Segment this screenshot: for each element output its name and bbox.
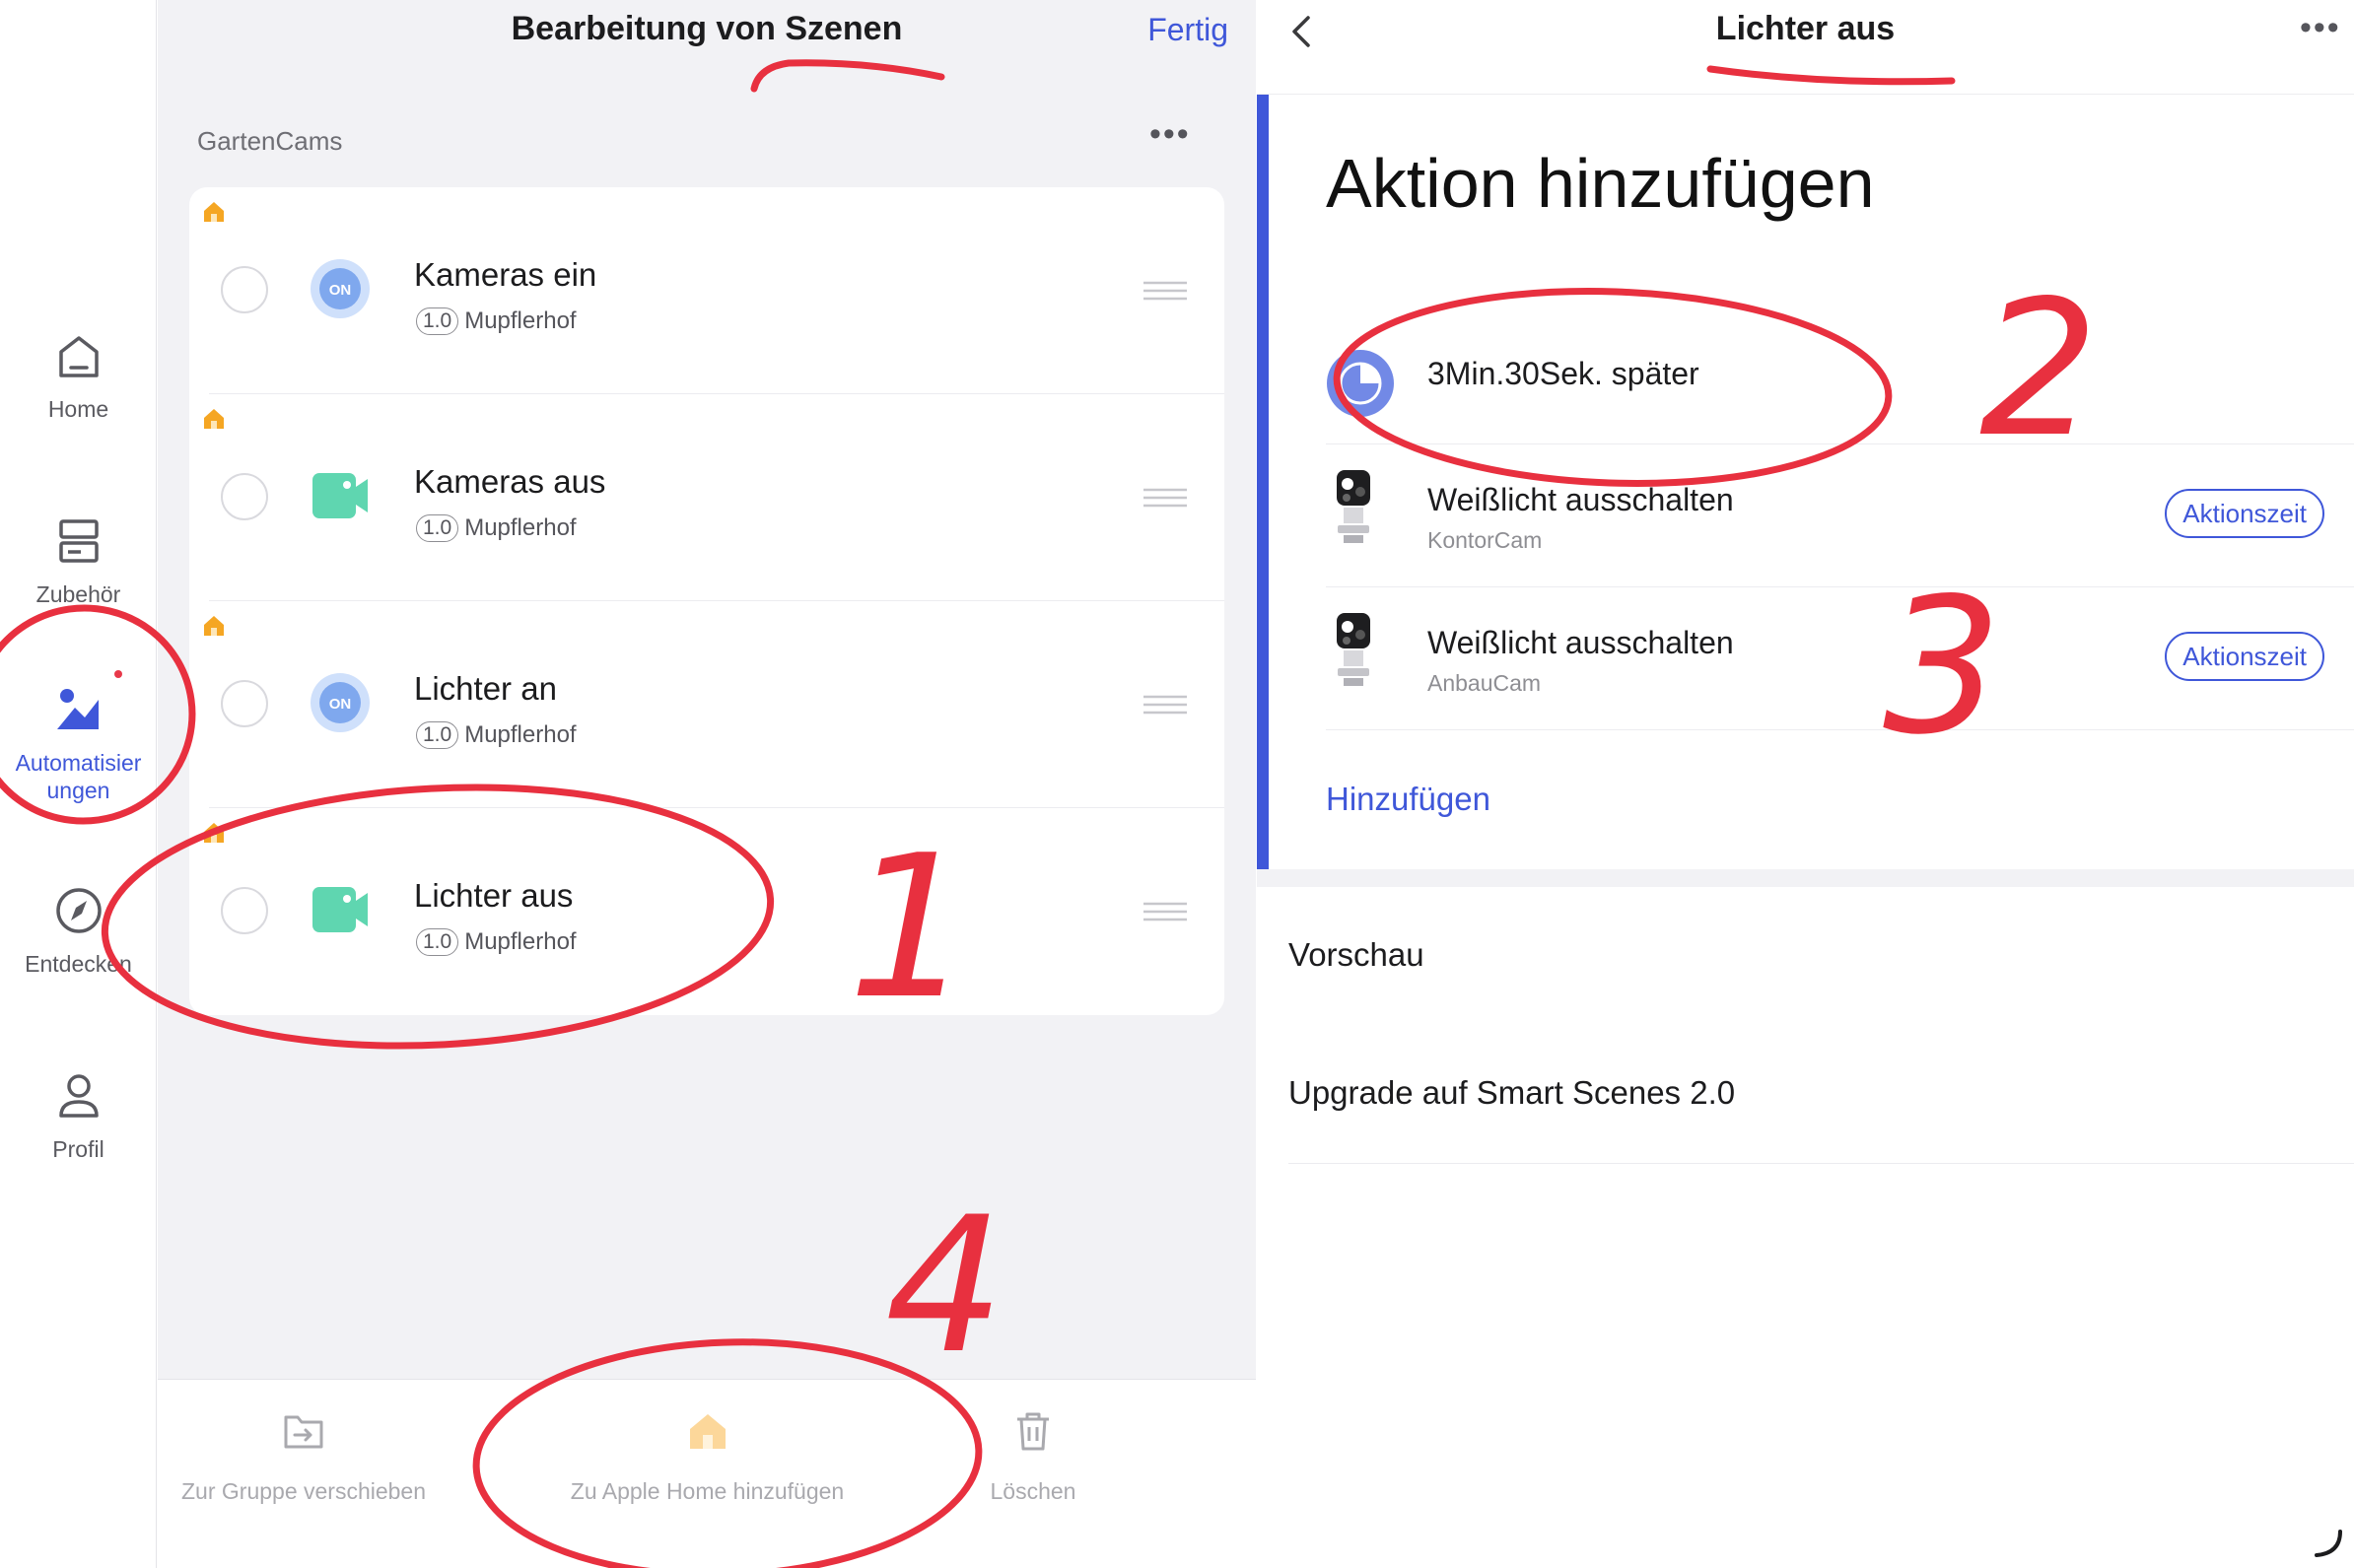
automation-icon	[56, 689, 99, 729]
sidebar-item-home[interactable]: Home	[0, 330, 157, 423]
action-title: Weißlicht ausschalten	[1427, 625, 1734, 660]
action-title: Weißlicht ausschalten	[1427, 482, 1734, 517]
home-icon	[58, 336, 99, 377]
on-icon: ON	[311, 259, 370, 318]
camera-device-icon	[1337, 613, 1370, 686]
select-radio[interactable]	[221, 887, 268, 934]
scene-row[interactable]: ON Kameras ein 1.0 Mupflerhof	[189, 187, 1224, 394]
scene-row[interactable]: Kameras aus 1.0 Mupflerhof	[189, 394, 1224, 601]
svg-text:ON: ON	[329, 282, 352, 299]
trash-icon	[1017, 1412, 1049, 1451]
spinner-icon	[2315, 1530, 2342, 1557]
section-gap	[1257, 869, 2354, 887]
done-button[interactable]: Fertig	[1147, 12, 1228, 48]
scene-list: ON Kameras ein 1.0 Mupflerhof Kameras aus…	[189, 187, 1224, 1015]
apple-home-badge-icon	[204, 823, 224, 843]
scene-row[interactable]: Lichter aus 1.0 Mupflerhof	[189, 808, 1224, 1015]
drag-handle-icon[interactable]	[1143, 281, 1187, 301]
scene-meta: 1.0 Mupflerhof	[416, 514, 577, 542]
detail-header: Lichter aus •••	[1257, 0, 2354, 95]
bottom-toolbar: Zur Gruppe verschieben Zu Apple Home hin…	[158, 1379, 1256, 1568]
accessories-icon	[58, 519, 99, 563]
sidebar-item-label: Zubehör	[35, 581, 121, 607]
action-device: KontorCam	[1427, 527, 1543, 553]
scene-meta: 1.0 Mupflerhof	[416, 307, 577, 335]
sidebar-item-label: Profil	[52, 1136, 104, 1162]
divider	[1326, 729, 2354, 730]
scene-name: Lichter an	[414, 670, 557, 707]
scene-meta: 1.0 Mupflerhof	[416, 928, 577, 956]
version-badge: 1.0	[416, 514, 459, 542]
scene-detail-pane: Lichter aus ••• Aktion hinzufügen 3Min.3…	[1257, 0, 2354, 1568]
version-badge: 1.0	[416, 307, 459, 335]
timer-icon	[1327, 350, 1394, 417]
version-badge: 1.0	[416, 721, 459, 749]
scene-location: Mupflerhof	[464, 307, 577, 334]
apple-home-badge-icon	[204, 616, 224, 636]
scene-location: Mupflerhof	[464, 514, 577, 541]
scene-name: Lichter aus	[414, 877, 574, 914]
select-radio[interactable]	[221, 680, 268, 727]
detail-title: Lichter aus	[1715, 10, 1896, 47]
upgrade-item[interactable]: Upgrade auf Smart Scenes 2.0	[1288, 1074, 1735, 1112]
camera-icon	[312, 473, 368, 518]
add-action-link[interactable]: Hinzufügen	[1326, 781, 1490, 818]
sidebar-item-automations[interactable]: Automatisier ungen	[0, 670, 157, 804]
camera-device-icon	[1337, 470, 1370, 543]
add-to-apple-home-button[interactable]: Zu Apple Home hinzufügen	[547, 1409, 867, 1505]
drag-handle-icon[interactable]	[1143, 695, 1187, 715]
version-badge: 1.0	[416, 928, 459, 956]
profile-icon	[58, 1074, 99, 1118]
sidebar-item-label: Entdecken	[25, 951, 132, 977]
delay-label: 3Min.30Sek. später	[1427, 356, 1699, 391]
drag-handle-icon[interactable]	[1143, 902, 1187, 921]
action-row[interactable]: Weißlicht ausschalten KontorCam Aktionsz…	[1326, 444, 2354, 587]
accent-bar	[1257, 95, 1269, 869]
group-more-button[interactable]: •••	[1149, 117, 1191, 151]
delete-button[interactable]: Löschen	[984, 1409, 1082, 1505]
sidebar: Home Zubehör Automatisier ungen Entdecke…	[0, 0, 157, 1568]
scene-meta: 1.0 Mupflerhof	[416, 721, 577, 749]
scene-editor-pane: Bearbeitung von Szenen Fertig GartenCams…	[158, 0, 1256, 1568]
toolbar-label: Zu Apple Home hinzufügen	[570, 1478, 845, 1504]
page-title: Bearbeitung von Szenen	[511, 10, 903, 47]
apple-home-badge-icon	[204, 409, 224, 429]
drag-handle-icon[interactable]	[1143, 488, 1187, 508]
sidebar-item-label: Automatisier ungen	[15, 750, 142, 803]
toolbar-label: Löschen	[990, 1478, 1076, 1504]
apple-home-badge-icon	[204, 202, 224, 222]
scene-location: Mupflerhof	[464, 721, 577, 748]
scene-name: Kameras ein	[414, 256, 597, 293]
compass-icon	[55, 888, 102, 933]
on-icon: ON	[311, 673, 370, 732]
select-radio[interactable]	[221, 473, 268, 520]
notification-dot	[114, 670, 122, 678]
sidebar-item-profile[interactable]: Profil	[0, 1070, 157, 1163]
delay-action-row[interactable]: 3Min.30Sek. später	[1326, 302, 2354, 444]
sidebar-item-label: Home	[47, 396, 109, 422]
group-name: GartenCams	[197, 126, 343, 156]
camera-icon	[312, 887, 368, 932]
select-radio[interactable]	[221, 266, 268, 313]
scene-row[interactable]: ON Lichter an 1.0 Mupflerhof	[189, 601, 1224, 808]
move-to-group-button[interactable]: Zur Gruppe verschieben	[181, 1409, 426, 1505]
action-card: Aktion hinzufügen 3Min.30Sek. später Wei…	[1257, 95, 2354, 869]
action-row[interactable]: Weißlicht ausschalten AnbauCam Aktionsze…	[1326, 587, 2354, 730]
scene-name: Kameras aus	[414, 463, 606, 500]
toolbar-label: Zur Gruppe verschieben	[181, 1478, 427, 1504]
divider	[1288, 1163, 2354, 1164]
action-time-button[interactable]: Aktionszeit	[2165, 489, 2324, 538]
sidebar-item-discover[interactable]: Entdecken	[0, 885, 157, 978]
action-heading: Aktion hinzufügen	[1326, 145, 1875, 222]
app-window: Home Zubehör Automatisier ungen Entdecke…	[0, 0, 2354, 1568]
preview-item[interactable]: Vorschau	[1288, 936, 1424, 974]
folder-move-icon	[284, 1415, 323, 1449]
more-button[interactable]: •••	[2300, 11, 2341, 44]
svg-text:ON: ON	[329, 696, 352, 713]
apple-home-icon	[689, 1414, 726, 1449]
sidebar-item-accessories[interactable]: Zubehör	[0, 515, 157, 608]
action-device: AnbauCam	[1427, 670, 1542, 696]
action-time-button[interactable]: Aktionszeit	[2165, 632, 2324, 681]
scene-location: Mupflerhof	[464, 928, 577, 955]
